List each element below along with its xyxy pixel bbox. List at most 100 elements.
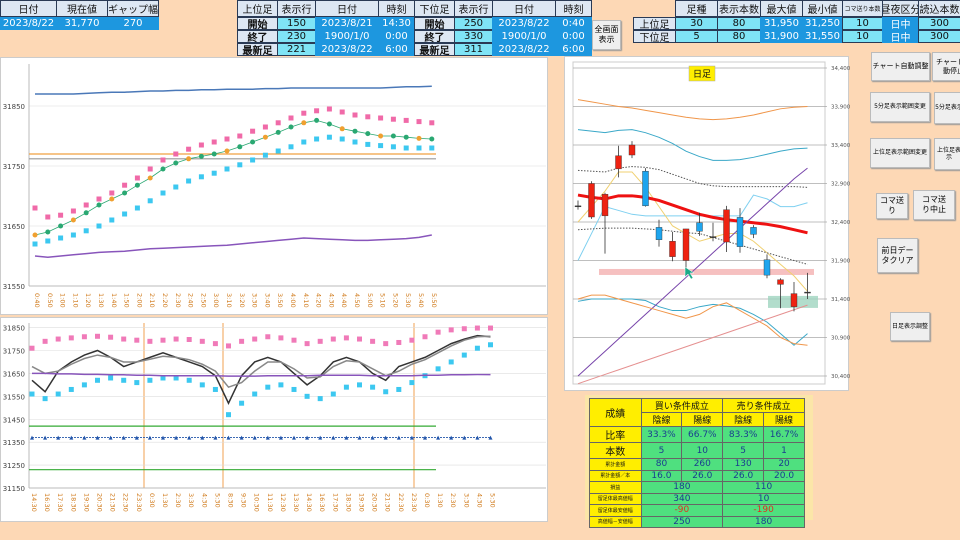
y-tick-label: 31350: [3, 439, 25, 447]
x-tick-label: 21:30: [109, 493, 117, 512]
price-marker: [147, 175, 153, 181]
results-value: 26.0: [681, 469, 724, 482]
y-tick-label: 33,400: [831, 143, 850, 149]
cyan-band-marker: [370, 384, 376, 390]
x-tick-label: 5:30: [489, 493, 497, 508]
x-tick-label: 2:20: [161, 293, 169, 308]
upper-range-change-button[interactable]: 上位足表示範囲変更: [870, 138, 930, 168]
pink-band-marker: [326, 106, 332, 112]
purple-line-line: [32, 372, 491, 377]
results-row-label: 累計金額／本: [589, 469, 642, 482]
price-marker: [109, 196, 115, 202]
results-row-label: 高値幅－安値幅: [589, 515, 642, 528]
cyan-band-marker: [237, 162, 243, 168]
cyan-band-marker: [409, 380, 415, 386]
settings-cell: 5: [675, 30, 718, 43]
pink-band-marker: [403, 117, 409, 123]
price-marker: [301, 120, 307, 126]
5min-show-button[interactable]: 5分足表示: [934, 92, 960, 124]
lower_range-header: 時刻: [555, 0, 592, 17]
price-marker: [70, 217, 76, 223]
pink-band-marker: [108, 334, 114, 340]
results-value: 10: [722, 492, 805, 505]
sell-header: 売り条件成立: [722, 398, 805, 413]
results-value: -190: [722, 504, 805, 517]
step-stop-button[interactable]: コマ送り中止: [913, 190, 955, 220]
x-tick-label: 2:10: [148, 293, 156, 308]
results-value: 180: [640, 481, 724, 494]
results-value: 20.0: [763, 469, 805, 482]
bullish-candle: [628, 144, 636, 156]
cyan-band-marker: [378, 143, 384, 149]
chart-auto-adjust-button[interactable]: チャート自動調整: [871, 52, 930, 81]
fullscreen-button[interactable]: 全画面表示: [592, 20, 621, 50]
cyan-band-marker: [416, 145, 422, 151]
price-marker: [160, 166, 166, 172]
price-marker: [262, 134, 268, 140]
cyan-band-marker: [429, 145, 435, 151]
bullish-candle: [669, 241, 676, 257]
results-value: 16.7%: [763, 426, 805, 443]
pink-band-marker: [352, 112, 358, 118]
x-tick-label: 1:50: [123, 293, 131, 308]
chart-auto-stop-button[interactable]: チャート自動停止: [932, 52, 960, 81]
clear-prev-data-button[interactable]: 前日データクリア: [877, 238, 918, 273]
results-row-label: 損益: [589, 481, 642, 494]
pink-band-marker: [198, 142, 204, 148]
purple-line-line: [34, 234, 432, 258]
x-tick-label: 17:30: [331, 493, 339, 512]
lower_range-cell: 終了: [414, 30, 455, 43]
5min-range-change-button[interactable]: 5分足表示範囲変更: [870, 92, 930, 122]
results-value: 130: [722, 458, 765, 471]
daily-adjust-button[interactable]: 日足表示調整: [890, 312, 930, 341]
x-tick-label: 14:30: [30, 493, 38, 512]
x-tick-label: 18:30: [344, 493, 352, 512]
results-value: 33.3%: [640, 426, 683, 443]
cyan-band-marker: [186, 178, 192, 184]
settings-cell: 80: [717, 17, 761, 30]
settings-header: 最大値: [760, 0, 803, 17]
pink-band-marker: [199, 338, 205, 344]
x-tick-label: 23:30: [135, 493, 143, 512]
pink-band-marker: [226, 343, 231, 349]
bullish-candle: [777, 279, 784, 285]
x-tick-label: 3:30: [462, 493, 470, 508]
cyan-band-marker: [199, 382, 205, 388]
pink-band-marker: [95, 333, 100, 339]
settings-header: 昼夜区分: [882, 0, 919, 17]
results-col-header: 陰線: [640, 412, 683, 427]
price-marker: [288, 124, 294, 130]
lower_range-cell: 6:00: [555, 43, 592, 56]
price-marker: [83, 210, 89, 216]
x-tick-label: 1:30: [97, 293, 105, 308]
cyan-band-marker: [383, 389, 389, 395]
pink-band-marker: [42, 338, 48, 344]
lower_range-header: 日付: [492, 0, 556, 17]
pink-band-marker: [58, 212, 64, 218]
price-marker: [416, 135, 422, 141]
x-tick-label: 2:30: [449, 493, 457, 508]
pink-band-marker: [304, 341, 310, 347]
results-value: 110: [722, 481, 805, 494]
results-table: 成績 買い条件成立 売り条件成立 陰線 陽線 陰線 陽線 比率 33.3% 66.7% 83…: [589, 398, 805, 528]
price-marker: [186, 156, 192, 162]
price-marker: [352, 128, 358, 134]
x-tick-label: 16:30: [43, 493, 51, 512]
cyan-band-marker: [403, 145, 409, 151]
y-tick-label: 31850: [3, 325, 25, 333]
cyan-band-marker: [96, 223, 102, 229]
y-tick-label: 33,900: [831, 105, 850, 111]
bearish-candle: [696, 222, 703, 232]
x-tick-label: 20:30: [371, 493, 379, 512]
step-button[interactable]: コマ送り: [876, 193, 908, 219]
triangle-line-marker: [292, 435, 296, 440]
cyan-band-marker: [121, 377, 127, 383]
results-value: 260: [681, 458, 724, 471]
upper-show-button[interactable]: 上位足表示: [934, 138, 960, 170]
x-tick-label: 2:30: [174, 493, 182, 508]
pink-band-marker: [173, 151, 179, 157]
cyan-band-marker: [317, 396, 323, 402]
results-row-label: 本数: [589, 442, 642, 459]
x-tick-label: 0:40: [33, 293, 41, 308]
settings-cell: 300: [918, 17, 960, 30]
